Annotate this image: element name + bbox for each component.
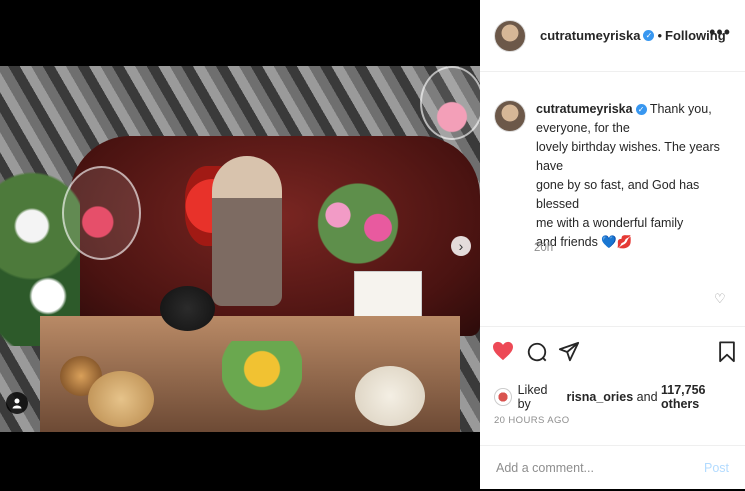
caption-line: Thank you, [649,102,712,116]
person [212,156,282,306]
tagged-user-icon[interactable] [6,392,28,414]
caption-username[interactable]: cutratumeyriska [536,102,633,116]
tumpeng-cake [222,341,302,411]
post-sidebar: cutratumeyriska ✓ • Following ••• cutrat… [480,0,745,489]
post-header: cutratumeyriska ✓ • Following ••• [480,0,745,72]
caption-line: gone by so fast, and God has blessed [536,178,700,211]
caption-line: everyone, for the [536,121,630,135]
bouquet [308,181,408,266]
action-bar: Liked by risna_ories and 117,756 others … [480,326,745,487]
more-options-icon[interactable]: ••• [709,22,731,43]
caption: cutratumeyriska ✓ Thank you, everyone, fo… [494,100,734,252]
avatar[interactable] [494,388,512,406]
cake [160,286,215,331]
caption-like-heart-icon[interactable]: ♡ [714,291,726,307]
post-media[interactable]: › [0,0,480,489]
post-timestamp[interactable]: 20 HOURS AGO [494,415,570,426]
header-username[interactable]: cutratumeyriska [540,28,640,43]
heart-icon[interactable] [492,341,514,365]
comment-input[interactable] [494,460,698,476]
cake [88,371,154,427]
likes-count[interactable]: 117,756 others [661,383,745,411]
verified-badge-icon: ✓ [643,30,655,41]
separator: • [657,28,663,43]
caption-time[interactable]: 20h [534,242,553,254]
cake [355,366,425,426]
balloon [420,66,480,140]
avatar[interactable] [494,19,526,52]
person-icon [12,398,22,409]
comment-icon[interactable] [526,341,548,367]
likes-prefix: Liked by [517,383,548,411]
verified-badge-icon: ✓ [635,104,647,116]
caption-line: lovely birthday wishes. The years have [536,140,720,173]
comment-bar: Post [480,445,745,491]
caption-text: cutratumeyriska ✓ Thank you, everyone, fo… [536,100,734,252]
likes-summary: Liked by risna_ories and 117,756 others [494,383,745,411]
post-comment-button[interactable]: Post [698,460,735,476]
balloon [62,166,141,260]
avatar[interactable] [494,100,526,132]
chevron-right-icon: › [458,238,464,254]
caption-line: me with a wonderful family [536,216,684,230]
bookmark-icon[interactable] [718,341,736,367]
next-photo-button[interactable]: › [451,236,471,256]
share-icon[interactable] [558,341,580,367]
liker-username[interactable]: risna_ories [566,390,633,404]
likes-connector: and [636,390,658,404]
post-photo[interactable] [0,66,480,432]
